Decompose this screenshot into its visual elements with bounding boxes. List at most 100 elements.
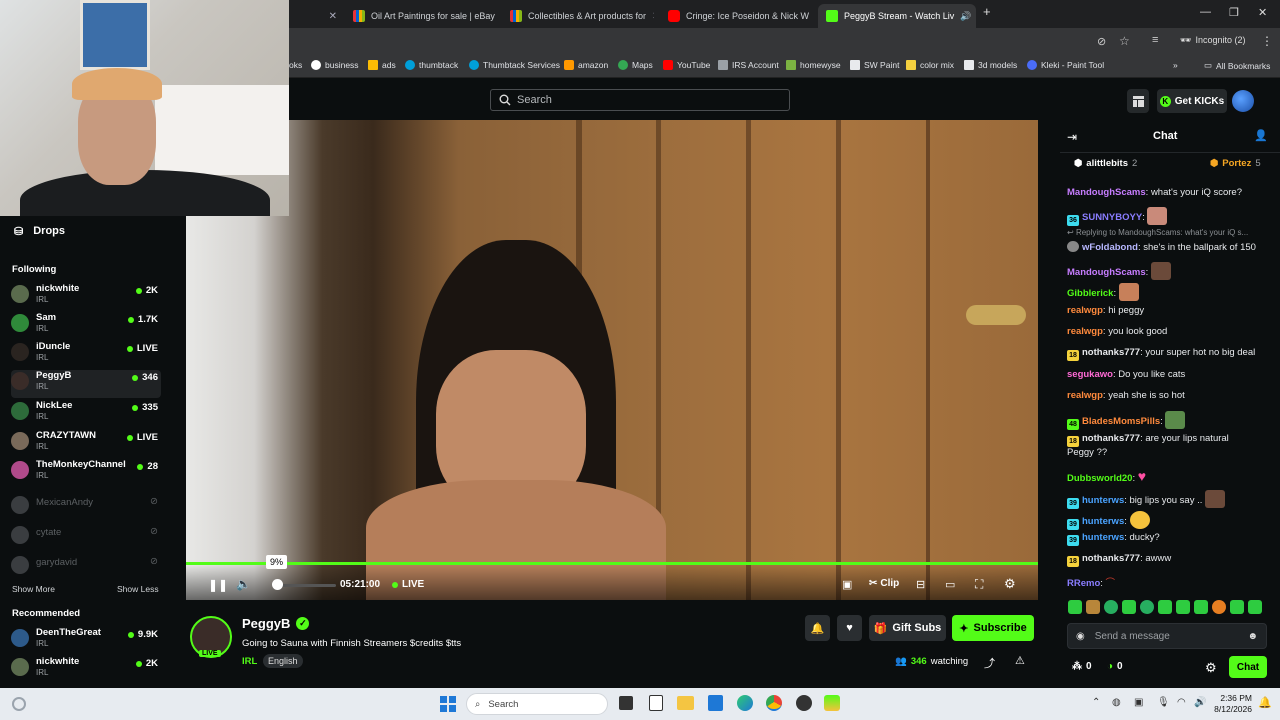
- top-gifter[interactable]: ⬢ alittlebits 2: [1074, 158, 1137, 169]
- file-explorer-icon[interactable]: [677, 696, 694, 710]
- tray-icon[interactable]: ◍: [1112, 697, 1121, 708]
- clock[interactable]: 2:36 PM 8/12/2026: [1214, 693, 1252, 715]
- sidebar-item-nickwhite[interactable]: nickwhite IRL 2K: [11, 283, 161, 311]
- new-tab-button[interactable]: +: [983, 4, 991, 19]
- notifications-icon[interactable]: 🔔: [1258, 696, 1272, 709]
- bookmarks-overflow-icon[interactable]: »: [1173, 60, 1178, 70]
- kicks-counter[interactable]: ◑ 0: [1107, 661, 1123, 672]
- stream-category[interactable]: IRL: [242, 656, 257, 667]
- chat-username[interactable]: hunterws: [1082, 532, 1124, 543]
- widgets-icon[interactable]: [12, 697, 26, 711]
- sidebar-item-nickwhite-rec[interactable]: nickwhite IRL 2K: [11, 656, 161, 684]
- chat-username[interactable]: nothanks777: [1082, 553, 1140, 564]
- sidebar-item-mexicanandy[interactable]: MexicanAndy ⊘: [11, 494, 161, 522]
- wifi-icon[interactable]: ◠: [1177, 697, 1186, 708]
- emote-icon[interactable]: [1086, 600, 1100, 614]
- tab-youtube[interactable]: Cringe: Ice Poseidon & Nick W ✕: [660, 4, 812, 28]
- emote-icon[interactable]: [1230, 600, 1244, 614]
- audio-playing-icon[interactable]: 🔊: [960, 11, 971, 22]
- language-tag[interactable]: English: [263, 654, 303, 668]
- pip-icon[interactable]: ▣: [842, 578, 852, 591]
- emote-icon[interactable]: [1158, 600, 1172, 614]
- chat-users-icon[interactable]: 👤: [1254, 129, 1268, 142]
- bookmark-item[interactable]: oks: [289, 60, 302, 70]
- chat-username[interactable]: wFoldabond: [1082, 242, 1138, 253]
- bookmark-item[interactable]: 3d models: [964, 60, 1017, 70]
- chat-username[interactable]: nothanks777: [1082, 347, 1140, 358]
- tray-icon[interactable]: ▣: [1134, 697, 1143, 708]
- chat-username[interactable]: BladesMomsPills: [1082, 416, 1160, 427]
- taskbar-search[interactable]: ⌕ Search: [466, 693, 608, 715]
- app-stack-icon[interactable]: [824, 695, 840, 711]
- emote-icon[interactable]: [1122, 600, 1136, 614]
- chat-username[interactable]: realwgp: [1067, 390, 1103, 401]
- pause-icon[interactable]: ❚❚: [208, 578, 228, 592]
- chat-username[interactable]: realwgp: [1067, 305, 1103, 316]
- tab-partial[interactable]: ✕: [289, 4, 345, 28]
- emote-icon[interactable]: [1104, 600, 1118, 614]
- bookmark-item[interactable]: Thumbtack Services: [469, 60, 560, 70]
- bookmark-item[interactable]: thumbtack: [405, 60, 458, 70]
- chrome-icon[interactable]: [766, 695, 782, 711]
- bookmark-item[interactable]: homewyse: [786, 60, 841, 70]
- chat-username[interactable]: hunterws: [1082, 495, 1124, 506]
- close-window-icon[interactable]: ✕: [1258, 6, 1267, 19]
- sidebar-item-crazytawn[interactable]: CRAZYTAWN IRL LIVE: [11, 430, 161, 458]
- points-counter[interactable]: ⁂ 0: [1072, 661, 1092, 672]
- volume-slider[interactable]: [274, 584, 336, 587]
- chat-username[interactable]: SUNNYBOYY: [1082, 212, 1142, 223]
- get-kicks-button[interactable]: K Get KICKs: [1157, 89, 1227, 113]
- chat-username[interactable]: MandoughScams: [1067, 267, 1146, 278]
- bookmark-item[interactable]: amazon: [564, 60, 608, 70]
- sidebar-item-sam[interactable]: Sam IRL 1.7K: [11, 312, 161, 340]
- sidebar-item-garydavid[interactable]: garydavid ⊘: [11, 554, 161, 582]
- emote-icon[interactable]: [1068, 600, 1082, 614]
- chat-username[interactable]: Dubbsworld20: [1067, 473, 1132, 484]
- show-less-button[interactable]: Show Less: [117, 584, 159, 594]
- notepad-icon[interactable]: [649, 695, 663, 711]
- emote-icon[interactable]: [1212, 600, 1226, 614]
- app-icon[interactable]: [708, 695, 723, 711]
- speaker-icon[interactable]: 🔊: [1194, 697, 1206, 708]
- subscribe-button[interactable]: ✦ Subscribe: [952, 615, 1034, 641]
- emote-icon[interactable]: [1248, 600, 1262, 614]
- drops-link[interactable]: ⛁ Drops: [14, 225, 65, 238]
- close-tab-icon[interactable]: ✕: [652, 11, 654, 22]
- collapse-chat-icon[interactable]: ⇥: [1067, 130, 1077, 144]
- show-more-button[interactable]: Show More: [12, 584, 55, 594]
- obs-icon[interactable]: [796, 695, 812, 711]
- chat-settings-icon[interactable]: ⚙: [1205, 660, 1217, 676]
- gift-subs-button[interactable]: 🎁 Gift Subs: [869, 615, 946, 641]
- search-input[interactable]: Search: [490, 89, 790, 111]
- incognito-indicator[interactable]: 🕶 Incognito (2): [1180, 35, 1245, 46]
- clip-button[interactable]: ✂ Clip: [869, 578, 899, 589]
- streamer-name[interactable]: PeggyB: [242, 616, 290, 631]
- browse-icon[interactable]: [1127, 89, 1149, 113]
- send-chat-button[interactable]: Chat: [1229, 656, 1267, 678]
- video-player[interactable]: ❚❚ 🔈 9% 05:21:00 LIVE ▣ ✂ Clip ⊟ ▭ ⛶ ⚙: [186, 120, 1038, 600]
- tab-collectibles[interactable]: Collectibles & Art products for ✕: [502, 4, 654, 28]
- share-icon[interactable]: ⤴: [984, 655, 995, 671]
- top-gifter[interactable]: ⬢ Portez 5: [1210, 158, 1261, 169]
- bookmark-item[interactable]: SW Paint: [850, 60, 899, 70]
- chat-username[interactable]: segukawo: [1067, 369, 1113, 380]
- bookmark-item[interactable]: Maps: [618, 60, 653, 70]
- eye-off-icon[interactable]: ⊘: [1097, 35, 1106, 48]
- sidebar-item-cytate[interactable]: cytate ⊘: [11, 524, 161, 552]
- sidebar-item-nicklee[interactable]: NickLee IRL 335: [11, 400, 161, 428]
- star-icon[interactable]: ☆: [1119, 34, 1130, 48]
- close-tab-icon[interactable]: ✕: [329, 11, 337, 22]
- microphone-icon[interactable]: 🎙: [1157, 697, 1170, 708]
- chat-username[interactable]: nothanks777: [1082, 433, 1140, 444]
- report-icon[interactable]: ⚠: [1015, 654, 1025, 667]
- task-view-icon[interactable]: [619, 696, 633, 710]
- sidebar-item-deenthegreat[interactable]: DeenTheGreat IRL 9.9K: [11, 627, 161, 655]
- volume-handle[interactable]: [272, 579, 283, 590]
- user-avatar[interactable]: [1232, 90, 1254, 112]
- notifications-bell-icon[interactable]: 🔔: [805, 615, 830, 641]
- chat-badge-icon[interactable]: ◉: [1076, 631, 1085, 642]
- fullscreen-icon[interactable]: ⛶: [975, 577, 983, 592]
- all-bookmarks[interactable]: ▭ All Bookmarks: [1204, 60, 1270, 71]
- sidebar-item-themonkeychannel[interactable]: TheMonkeyChannel IRL 28: [11, 459, 161, 487]
- sidebar-item-iduncle[interactable]: iDuncle IRL LIVE: [11, 341, 161, 369]
